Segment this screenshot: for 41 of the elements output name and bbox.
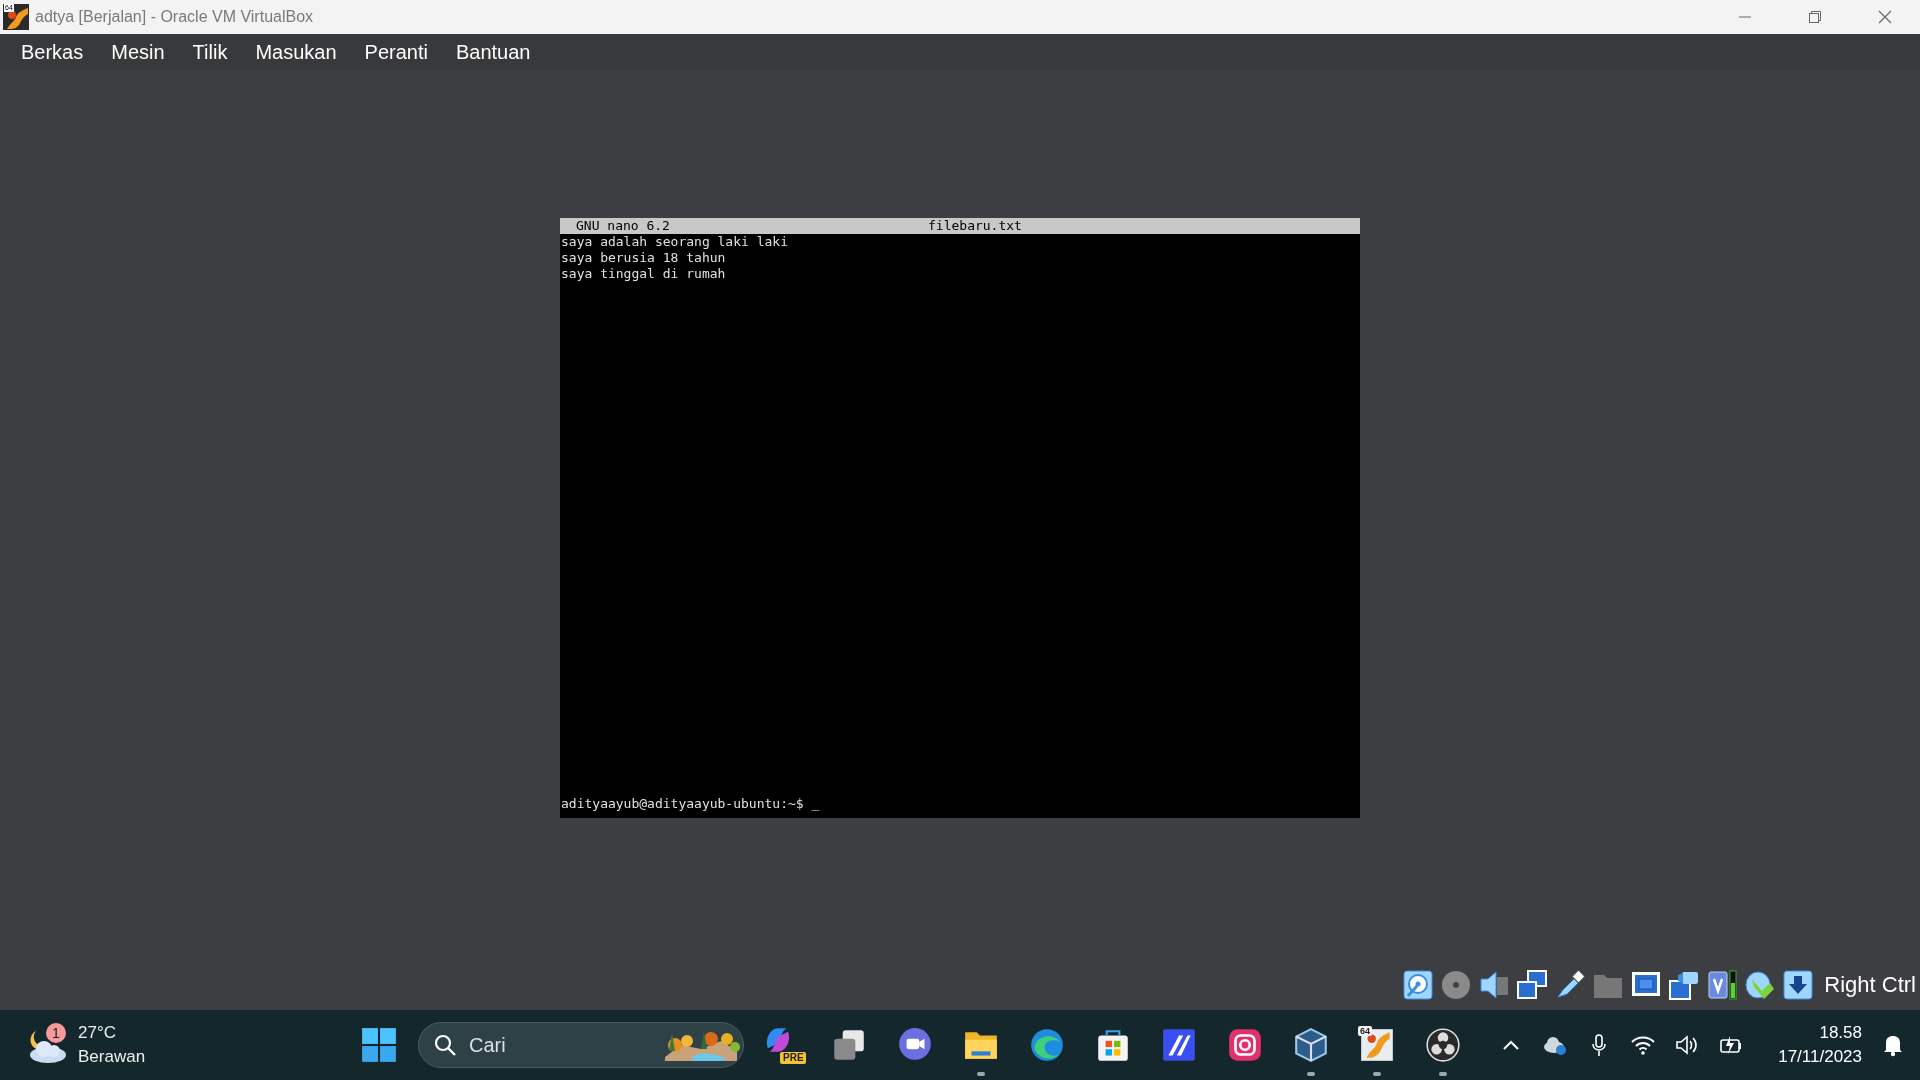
chip-icon[interactable]	[1706, 969, 1739, 1001]
cube-icon[interactable]	[1292, 1026, 1330, 1064]
search-input[interactable]: Cari	[467, 1032, 651, 1058]
speaker-icon[interactable]	[1478, 969, 1511, 1001]
window-title: adtya [Berjalan] - Oracle VM VirtualBox	[35, 8, 314, 26]
menu-item[interactable]: Tilik	[178, 36, 242, 68]
menu-item[interactable]: Peranti	[350, 36, 442, 68]
windows-logo-icon[interactable]	[360, 1026, 398, 1064]
app-icon	[3, 4, 29, 30]
camera-icon[interactable]	[1226, 1026, 1264, 1064]
menu-item[interactable]: Mesin	[97, 36, 179, 68]
slash-letter-icon[interactable]	[1160, 1026, 1198, 1064]
icon-badge: PRE	[780, 1052, 806, 1064]
aperture-icon[interactable]	[1424, 1026, 1462, 1064]
search-icon	[433, 1033, 457, 1057]
host-key-label: Right Ctrl	[1824, 972, 1916, 998]
close-icon[interactable]	[1878, 10, 1892, 24]
swoosh-icon[interactable]	[1744, 969, 1777, 1001]
menu-item[interactable]: Berkas	[7, 36, 98, 68]
disc-icon[interactable]	[1440, 969, 1473, 1001]
weather-condition: Berawan	[78, 1046, 146, 1068]
icon-badge: 64	[1358, 1026, 1372, 1036]
file-name: filebaru.txt	[928, 218, 1022, 234]
usb-icon[interactable]	[1554, 969, 1587, 1001]
notification-badge: 1	[46, 1023, 66, 1043]
text-line: saya adalah seorang laki laki	[560, 234, 789, 250]
clock-time[interactable]: 18.58	[1819, 1021, 1862, 1045]
restore-icon[interactable]	[1808, 10, 1822, 24]
shell-prompt: adityaayub@adityaayub-ubuntu:~$ _	[560, 796, 821, 812]
menu-item[interactable]: Masukan	[241, 36, 351, 68]
temperature: 27°C	[78, 1022, 117, 1044]
editor-version: GNU nano 6.2	[576, 218, 670, 234]
camera-icon[interactable]	[1668, 969, 1701, 1001]
wave-icon[interactable]	[1028, 1026, 1066, 1064]
search-field[interactable]: Cari	[418, 1022, 744, 1068]
curve-icon[interactable]	[1358, 1026, 1396, 1064]
clock-date[interactable]: 17/11/2023	[1778, 1045, 1862, 1069]
text-line: saya tinggal di rumah	[560, 266, 727, 282]
network-icon[interactable]	[1516, 969, 1549, 1001]
menu-item[interactable]: Bantuan	[441, 36, 545, 68]
text-line: saya berusia 18 tahun	[560, 250, 727, 266]
